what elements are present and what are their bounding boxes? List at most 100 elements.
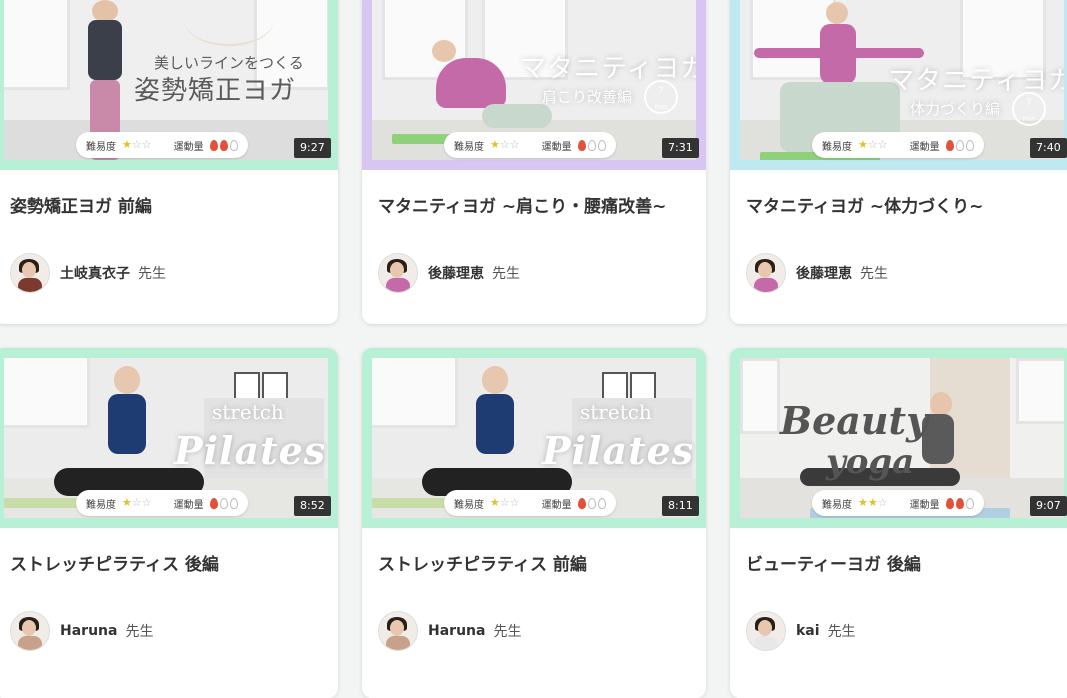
exercise-label: 運動量 bbox=[909, 499, 940, 511]
video-card[interactable]: stretch Pilates 難易度 ★☆☆ 運動量 8:11 ストレッチピラ… bbox=[362, 348, 706, 698]
video-card[interactable]: stretch Pilates 難易度 ★☆☆ 運動量 8:52 ストレッチピラ… bbox=[0, 348, 338, 698]
difficulty-label: 難易度 bbox=[822, 499, 852, 511]
author-info[interactable]: Haruna 先生 bbox=[378, 611, 521, 651]
star-icon: ★ bbox=[490, 496, 500, 509]
video-card[interactable]: Beauty yoga 難易度 ★★☆ 運動量 9:07 ビューティーヨガ 後編… bbox=[730, 348, 1067, 698]
star-icon: ☆ bbox=[877, 496, 888, 509]
video-thumbnail[interactable]: stretch Pilates 難易度 ★☆☆ 運動量 8:52 bbox=[0, 348, 338, 528]
difficulty-stars: ★☆☆ bbox=[490, 139, 520, 151]
video-card[interactable]: マタニティヨガ 肩こり改善編 7 min 難易度 ★☆☆ 運動量 7:31 マタニ… bbox=[362, 0, 706, 324]
author-suffix: 先生 bbox=[138, 266, 166, 282]
author-info[interactable]: 後藤理恵 先生 bbox=[378, 253, 520, 293]
thumbnail-overlay-subtitle: 体力づくり編 bbox=[910, 100, 1001, 118]
exercise-flames bbox=[577, 139, 606, 151]
exercise-label: 運動量 bbox=[541, 499, 572, 511]
thumbnail-overlay-subtitle: stretch bbox=[212, 400, 284, 424]
author-suffix: 先生 bbox=[493, 624, 522, 640]
author-name: Haruna bbox=[428, 623, 486, 639]
author-name: 後藤理恵 bbox=[428, 266, 484, 282]
video-title[interactable]: マタニティヨガ ~肩こり・腰痛改善~ bbox=[378, 192, 698, 217]
star-icon: ☆ bbox=[877, 138, 888, 151]
flame-icon bbox=[955, 497, 964, 509]
video-duration: 7:31 bbox=[662, 138, 699, 158]
flame-icon bbox=[219, 139, 228, 151]
thumbnail-overlay-subtitle: yoga bbox=[826, 442, 915, 482]
star-icon: ☆ bbox=[499, 496, 510, 509]
star-icon: ☆ bbox=[867, 138, 878, 151]
flame-icon bbox=[209, 139, 218, 151]
author-avatar bbox=[746, 253, 786, 293]
author-suffix: 先生 bbox=[125, 624, 154, 640]
video-title[interactable]: マタニティヨガ ~体力づくり~ bbox=[746, 192, 1066, 217]
difficulty-badge: 難易度 ★☆☆ 運動量 bbox=[76, 490, 248, 516]
author-avatar bbox=[10, 253, 50, 293]
author-avatar bbox=[746, 611, 786, 651]
video-duration: 9:27 bbox=[294, 138, 331, 158]
star-icon: ★ bbox=[858, 138, 868, 151]
flame-icon bbox=[229, 497, 238, 509]
difficulty-badge: 難易度 ★☆☆ 運動量 bbox=[444, 490, 616, 516]
exercise-label: 運動量 bbox=[173, 499, 204, 511]
video-thumbnail[interactable]: マタニティヨガ 肩こり改善編 7 min 難易度 ★☆☆ 運動量 7:31 bbox=[362, 0, 706, 170]
video-title[interactable]: 姿勢矯正ヨガ 前編 bbox=[10, 192, 330, 217]
author-avatar bbox=[378, 611, 418, 651]
flame-icon bbox=[229, 139, 238, 151]
star-icon: ☆ bbox=[509, 496, 520, 509]
video-thumbnail[interactable]: マタニティヨガ 体力づくり編 7 min 難易度 ★☆☆ 運動量 7:40 bbox=[730, 0, 1067, 170]
author-avatar bbox=[378, 253, 418, 293]
flame-icon bbox=[577, 497, 586, 509]
author-info[interactable]: kai 先生 bbox=[746, 611, 856, 651]
exercise-flames bbox=[945, 497, 974, 509]
star-icon: ☆ bbox=[499, 138, 510, 151]
video-card[interactable]: マタニティヨガ 体力づくり編 7 min 難易度 ★☆☆ 運動量 7:40 マタニ… bbox=[730, 0, 1067, 324]
difficulty-badge: 難易度 ★☆☆ 運動量 bbox=[444, 132, 616, 158]
exercise-label: 運動量 bbox=[541, 141, 572, 153]
difficulty-stars: ★☆☆ bbox=[122, 139, 152, 151]
author-name: 後藤理恵 bbox=[796, 266, 852, 282]
star-icon: ★ bbox=[867, 496, 878, 509]
flame-icon bbox=[597, 139, 606, 151]
author-info[interactable]: Haruna 先生 bbox=[10, 611, 153, 651]
video-duration: 9:07 bbox=[1030, 496, 1067, 516]
author-avatar bbox=[10, 611, 50, 651]
author-name: kai bbox=[796, 623, 820, 639]
flame-icon bbox=[209, 497, 218, 509]
difficulty-stars: ★☆☆ bbox=[122, 497, 152, 509]
video-thumbnail[interactable]: stretch Pilates 難易度 ★☆☆ 運動量 8:11 bbox=[362, 348, 706, 528]
flame-icon bbox=[219, 497, 228, 509]
star-icon: ☆ bbox=[141, 496, 152, 509]
difficulty-badge: 難易度 ★☆☆ 運動量 bbox=[76, 132, 248, 158]
video-title[interactable]: ビューティーヨガ 後編 bbox=[746, 550, 1066, 575]
flame-icon bbox=[587, 139, 596, 151]
author-info[interactable]: 土岐真衣子 先生 bbox=[10, 253, 166, 293]
exercise-label: 運動量 bbox=[173, 141, 204, 153]
flame-icon bbox=[965, 497, 974, 509]
author-suffix: 先生 bbox=[827, 624, 856, 640]
star-icon: ☆ bbox=[509, 138, 520, 151]
flame-icon bbox=[955, 139, 964, 151]
difficulty-label: 難易度 bbox=[86, 141, 116, 153]
exercise-flames bbox=[577, 497, 606, 509]
thumbnail-overlay-title: Beauty bbox=[780, 398, 929, 443]
flame-icon bbox=[945, 139, 954, 151]
author-info[interactable]: 後藤理恵 先生 bbox=[746, 253, 888, 293]
exercise-flames bbox=[945, 139, 974, 151]
video-title[interactable]: ストレッチピラティス 前編 bbox=[378, 550, 698, 575]
difficulty-badge: 難易度 ★★☆ 運動量 bbox=[812, 490, 984, 516]
difficulty-label: 難易度 bbox=[454, 141, 484, 153]
video-thumbnail[interactable]: Beauty yoga 難易度 ★★☆ 運動量 9:07 bbox=[730, 348, 1067, 528]
star-icon: ☆ bbox=[141, 138, 152, 151]
author-name: Haruna bbox=[60, 623, 118, 639]
author-suffix: 先生 bbox=[860, 266, 888, 282]
video-thumbnail[interactable]: 美しいラインをつくる 姿勢矯正ヨガ 難易度 ★☆☆ 運動量 9:27 bbox=[0, 0, 338, 170]
flame-icon bbox=[597, 497, 606, 509]
video-card[interactable]: 美しいラインをつくる 姿勢矯正ヨガ 難易度 ★☆☆ 運動量 9:27 姿勢矯正ヨ… bbox=[0, 0, 338, 324]
star-icon: ★ bbox=[858, 496, 868, 509]
difficulty-label: 難易度 bbox=[454, 499, 484, 511]
difficulty-stars: ★★☆ bbox=[858, 497, 888, 509]
video-title[interactable]: ストレッチピラティス 後編 bbox=[10, 550, 330, 575]
exercise-flames bbox=[209, 139, 238, 151]
thumbnail-overlay-subtitle: 肩こり改善編 bbox=[542, 88, 633, 106]
difficulty-stars: ★☆☆ bbox=[490, 497, 520, 509]
difficulty-label: 難易度 bbox=[86, 499, 116, 511]
